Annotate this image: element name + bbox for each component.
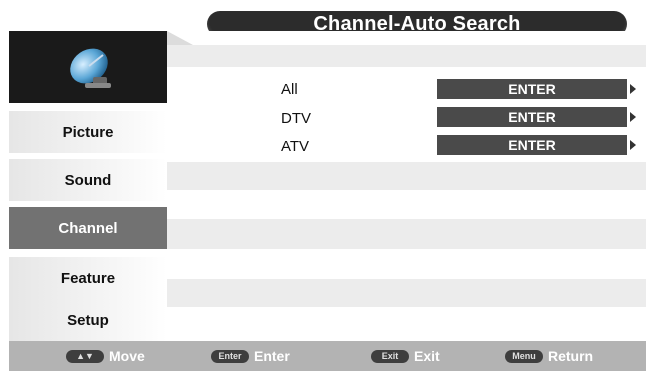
scroll-down-icon (521, 323, 533, 329)
sidebar: Picture Sound Channel Feature Setup (9, 31, 167, 341)
row-stripe (167, 162, 646, 190)
main-panel: All ENTER DTV ENTER ATV ENTER (167, 31, 646, 341)
exit-key-icon: Exit (371, 349, 409, 363)
chevron-right-icon (630, 112, 636, 122)
category-icon-box (9, 31, 167, 103)
row-stripe (167, 279, 646, 307)
menu-key-icon: Menu (505, 349, 543, 363)
option-label-dtv: DTV (281, 110, 311, 127)
option-label-all: All (281, 81, 298, 98)
hint-label: Exit (414, 348, 440, 364)
hint-return: Menu Return (505, 341, 593, 371)
hint-label: Return (548, 348, 594, 364)
hint-label: Enter (254, 348, 290, 364)
row-stripe (167, 45, 646, 67)
sidebar-item-feature[interactable]: Feature (9, 257, 167, 299)
sidebar-item-picture[interactable]: Picture (9, 111, 167, 153)
hint-enter: Enter Enter (211, 341, 290, 371)
sidebar-item-setup[interactable]: Setup (9, 299, 167, 341)
row-stripe (167, 219, 646, 249)
hint-exit: Exit Exit (371, 341, 440, 371)
updown-key-icon: ▲▼ (66, 349, 104, 363)
satellite-dish-icon (70, 48, 111, 88)
option-label-atv: ATV (281, 138, 310, 155)
sidebar-item-sound[interactable]: Sound (9, 159, 167, 201)
all-enter-button[interactable]: ENTER (437, 79, 627, 99)
chevron-right-icon (630, 84, 636, 94)
footer-hint-bar: ▲▼ Move Enter Enter Exit Exit Menu Retur… (9, 341, 646, 371)
hint-label: Move (109, 348, 145, 364)
chevron-right-icon (630, 140, 636, 150)
hint-move: ▲▼ Move (66, 341, 145, 371)
sidebar-item-channel[interactable]: Channel (9, 207, 167, 249)
panel-tab-corner (167, 31, 193, 45)
atv-enter-button[interactable]: ENTER (437, 135, 627, 155)
dtv-enter-button[interactable]: ENTER (437, 107, 627, 127)
enter-key-icon: Enter (211, 349, 249, 363)
